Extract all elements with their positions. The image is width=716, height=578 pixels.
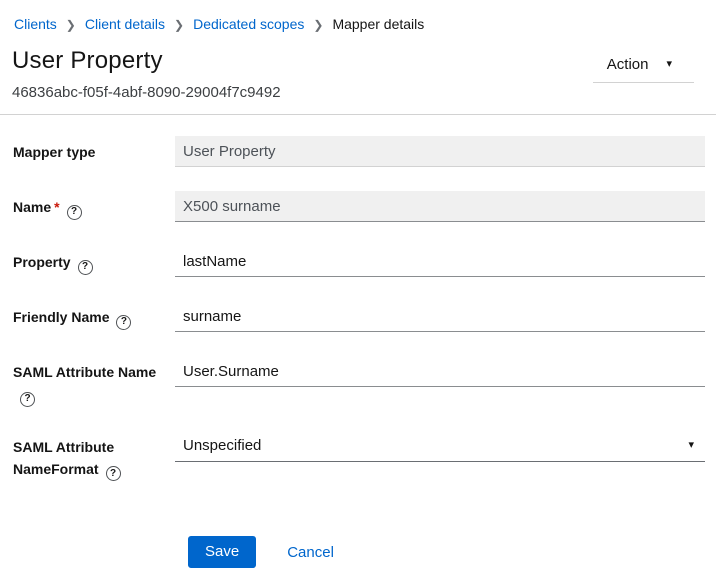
saml-attribute-name-label: SAML Attribute Name? <box>13 356 175 407</box>
mapper-details-page: Clients ❯ Client details ❯ Dedicated sco… <box>0 0 716 578</box>
breadcrumb-mapper-details-current: Mapper details <box>332 16 424 32</box>
form-row-name: Name*? <box>13 191 705 222</box>
saml-nameformat-select[interactable]: Unspecified ▾ <box>175 431 705 462</box>
breadcrumb-clients-link[interactable]: Clients <box>14 16 57 32</box>
help-icon[interactable]: ? <box>20 392 35 407</box>
breadcrumb: Clients ❯ Client details ❯ Dedicated sco… <box>0 0 716 32</box>
help-icon[interactable]: ? <box>116 315 131 330</box>
name-input <box>175 191 705 222</box>
form-row-property: Property? <box>13 246 705 277</box>
friendly-name-input[interactable] <box>175 301 705 332</box>
form-row-saml-attribute-name: SAML Attribute Name? <box>13 356 705 407</box>
name-label: Name*? <box>13 191 175 220</box>
form-row-saml-nameformat: SAML Attribute NameFormat? Unspecified ▾ <box>13 431 705 482</box>
form-actions: Save Cancel <box>188 536 705 568</box>
chevron-right-icon: ❯ <box>66 18 76 31</box>
required-asterisk: * <box>54 199 59 215</box>
caret-down-icon: ▾ <box>688 440 694 451</box>
saml-nameformat-selected-value: Unspecified <box>183 437 261 454</box>
form-row-mapper-type: Mapper type <box>13 136 705 167</box>
help-icon[interactable]: ? <box>78 260 93 275</box>
mapper-id: 46836abc-f05f-4abf-8090-29004f7c9492 <box>12 84 281 102</box>
action-dropdown-button[interactable]: Action ▾ <box>593 49 694 83</box>
action-dropdown-label: Action <box>607 56 649 73</box>
property-label: Property? <box>13 246 175 275</box>
mapper-type-input <box>175 136 705 167</box>
cancel-link[interactable]: Cancel <box>287 544 334 561</box>
help-icon[interactable]: ? <box>67 205 82 220</box>
saml-nameformat-label: SAML Attribute NameFormat? <box>13 431 175 482</box>
chevron-right-icon: ❯ <box>313 18 323 31</box>
friendly-name-label: Friendly Name? <box>13 301 175 330</box>
page-header: User Property 46836abc-f05f-4abf-8090-29… <box>0 32 716 102</box>
saml-attribute-name-input[interactable] <box>175 356 705 387</box>
chevron-right-icon: ❯ <box>174 18 184 31</box>
breadcrumb-client-details-link[interactable]: Client details <box>85 16 165 32</box>
page-title: User Property <box>12 46 281 75</box>
caret-down-icon: ▾ <box>666 59 672 70</box>
form-row-friendly-name: Friendly Name? <box>13 301 705 332</box>
mapper-form: Mapper type Name*? Property? <box>0 115 716 568</box>
page-header-text: User Property 46836abc-f05f-4abf-8090-29… <box>12 46 281 102</box>
breadcrumb-dedicated-scopes-link[interactable]: Dedicated scopes <box>193 16 304 32</box>
mapper-type-label: Mapper type <box>13 136 175 163</box>
property-input[interactable] <box>175 246 705 277</box>
help-icon[interactable]: ? <box>106 466 121 481</box>
save-button[interactable]: Save <box>188 536 256 568</box>
